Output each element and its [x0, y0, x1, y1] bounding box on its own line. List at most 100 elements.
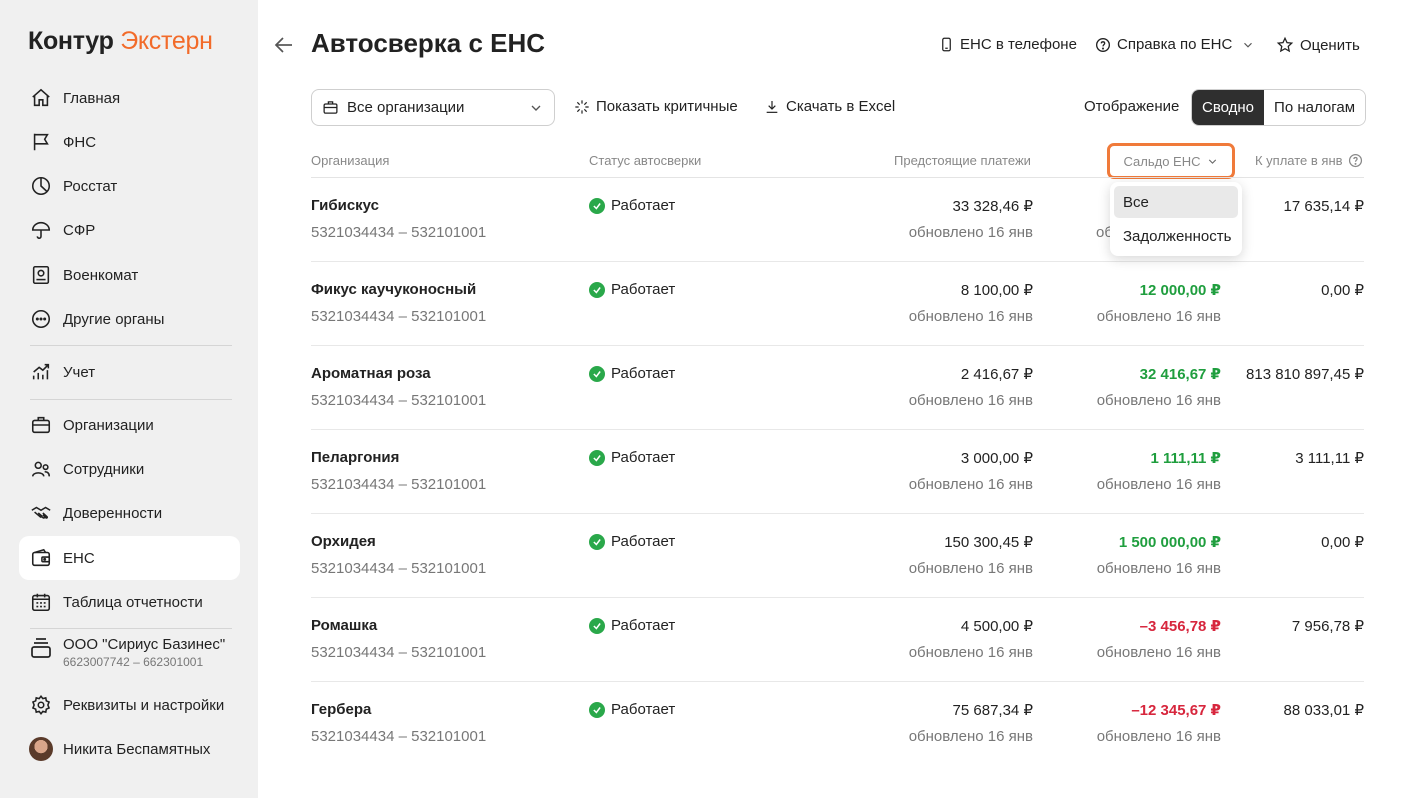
sidebar-item-settings[interactable]: Реквизиты и настройки — [19, 683, 240, 727]
sidebar-item-accounting[interactable]: Учет — [19, 350, 240, 394]
org-name: Гербера — [311, 701, 372, 718]
sidebar-item-voenkomat[interactable]: Военкомат — [19, 253, 240, 297]
table-row[interactable]: Ромашка 5321034434 – 532101001 Работает … — [311, 598, 1364, 682]
check-icon — [589, 533, 605, 550]
payment-updated: обновлено 16 янв — [908, 644, 1033, 661]
sidebar-item-label: Доверенности — [63, 504, 163, 522]
ens-saldo: –12 345,67 ₽ — [1131, 702, 1221, 719]
org-inn: 5321034434 – 532101001 — [311, 308, 487, 325]
payment-updated: обновлено 16 янв — [908, 392, 1033, 409]
due-amount: 813 810 897,45 ₽ — [1246, 366, 1364, 383]
ens-saldo: 1 500 000,00 ₽ — [1118, 534, 1221, 551]
upcoming-payment: 3 000,00 ₽ — [960, 450, 1033, 467]
table-row[interactable]: Орхидея 5321034434 – 532101001 Работает … — [311, 514, 1364, 598]
upcoming-payment: 8 100,00 ₽ — [960, 282, 1033, 299]
saldo-updated: обновлено 16 янв — [1096, 476, 1221, 493]
ens-help-link[interactable]: Справка по ЕНС — [1095, 36, 1261, 53]
sidebar-item-label: Росстат — [63, 177, 118, 195]
status-badge: Работает — [589, 281, 675, 298]
sidebar-item-sfr[interactable]: СФР — [19, 208, 240, 252]
org-name: Ароматная роза — [311, 365, 431, 382]
org-inn: 5321034434 – 532101001 — [311, 224, 487, 241]
ens-saldo: 12 000,00 ₽ — [1139, 282, 1221, 299]
org-name: Ромашка — [311, 617, 378, 634]
table-row[interactable]: Пеларгония 5321034434 – 532101001 Работа… — [311, 430, 1364, 514]
view-summary-button[interactable]: Сводно — [1192, 90, 1265, 125]
umbrella-icon — [29, 218, 53, 242]
org-name: Орхидея — [311, 533, 376, 550]
table-row[interactable]: Фикус каучуконосный 5321034434 – 5321010… — [311, 262, 1364, 346]
growth-chart-icon — [29, 360, 53, 384]
view-mode-label: Отображение — [1084, 98, 1180, 115]
ens-saldo: –3 456,78 ₽ — [1139, 618, 1221, 635]
upcoming-payment: 2 416,67 ₽ — [960, 366, 1033, 383]
saldo-updated: обновлено 16 янв — [1096, 644, 1221, 661]
sidebar: Контур Экстерн Главная ФНС Росстат СФР В… — [0, 0, 258, 798]
payment-updated: обновлено 16 янв — [908, 560, 1033, 577]
download-excel-label: Скачать в Excel — [786, 98, 896, 115]
sidebar-item-label: ФНС — [63, 133, 97, 151]
org-inn: 5321034434 – 532101001 — [311, 644, 487, 661]
download-icon — [766, 100, 778, 113]
sidebar-item-other-agencies[interactable]: Другие органы — [19, 297, 240, 341]
sidebar-item-label: Таблица отчетности — [63, 593, 203, 611]
more-circle-icon — [29, 307, 53, 331]
column-header-due-label: К уплате в янв — [1255, 153, 1343, 168]
due-amount: 0,00 ₽ — [1321, 282, 1364, 299]
org-inn: 5321034434 – 532101001 — [311, 476, 487, 493]
view-by-tax-button[interactable]: По налогам — [1264, 90, 1366, 125]
current-org-switcher[interactable]: ООО "Сириус Базинес" 6623007742 – 662301… — [29, 636, 225, 670]
star-icon — [1276, 36, 1294, 53]
sidebar-item-powers-of-attorney[interactable]: Доверенности — [19, 491, 240, 535]
user-profile[interactable]: Никита Беспамятных — [19, 727, 240, 771]
sidebar-item-reporting-table[interactable]: Таблица отчетности — [19, 580, 240, 624]
brand-name-part2: Экстерн — [120, 27, 213, 55]
back-arrow-icon[interactable] — [272, 33, 296, 57]
status-badge: Работает — [589, 701, 675, 718]
check-icon — [589, 281, 605, 298]
flag-icon — [29, 130, 53, 154]
upcoming-payment: 33 328,46 ₽ — [952, 198, 1033, 215]
sidebar-item-rosstat[interactable]: Росстат — [19, 164, 240, 208]
organization-select-value: Все организации — [347, 99, 465, 116]
sidebar-item-fns[interactable]: ФНС — [19, 120, 240, 164]
check-icon — [589, 701, 605, 718]
ens-help-label: Справка по ЕНС — [1117, 36, 1233, 53]
table-row[interactable]: Ароматная роза 5321034434 – 532101001 Ра… — [311, 346, 1364, 430]
table-row[interactable]: Гербера 5321034434 – 532101001 Работает … — [311, 682, 1364, 766]
payment-updated: обновлено 16 янв — [908, 728, 1033, 745]
saldo-filter-option-debt[interactable]: Задолженность — [1114, 220, 1238, 252]
upcoming-payment: 150 300,45 ₽ — [944, 534, 1033, 551]
rate-link[interactable]: Оценить — [1276, 36, 1360, 54]
due-amount: 17 635,14 ₽ — [1283, 198, 1364, 215]
sidebar-item-home[interactable]: Главная — [19, 76, 240, 120]
check-icon — [589, 449, 605, 466]
check-icon — [589, 365, 605, 382]
brand-logo[interactable]: Контур Экстерн — [28, 27, 213, 56]
user-name: Никита Беспамятных — [63, 740, 211, 758]
ens-phone-link[interactable]: ЕНС в телефоне — [939, 36, 1077, 53]
status-badge: Работает — [589, 533, 675, 550]
org-inn: 5321034434 – 532101001 — [311, 728, 487, 745]
organization-select[interactable]: Все организации — [311, 89, 555, 126]
column-header-saldo-filter[interactable]: Сальдо ЕНС — [1107, 143, 1235, 179]
ens-phone-label: ЕНС в телефоне — [960, 36, 1077, 53]
saldo-updated: обновлено 16 янв — [1096, 392, 1221, 409]
sidebar-item-employees[interactable]: Сотрудники — [19, 447, 240, 491]
help-icon — [1096, 37, 1110, 52]
chevron-down-icon — [1208, 158, 1216, 164]
saldo-filter-option-all[interactable]: Все — [1114, 186, 1238, 218]
sidebar-item-organizations[interactable]: Организации — [19, 403, 240, 447]
org-inn: 5321034434 – 532101001 — [311, 392, 487, 409]
brand-name-part1: Контур — [28, 27, 114, 55]
status-badge: Работает — [589, 617, 675, 634]
due-amount: 88 033,01 ₽ — [1283, 702, 1364, 719]
org-inn: 5321034434 – 532101001 — [311, 560, 487, 577]
people-icon — [29, 457, 53, 481]
download-excel-button[interactable]: Скачать в Excel — [764, 98, 895, 115]
help-icon[interactable] — [1348, 153, 1363, 168]
show-critical-button[interactable]: Показать критичные — [574, 98, 738, 115]
sidebar-divider — [30, 345, 232, 346]
upcoming-payment: 75 687,34 ₽ — [952, 702, 1033, 719]
sidebar-item-ens[interactable]: ЕНС — [19, 536, 240, 580]
